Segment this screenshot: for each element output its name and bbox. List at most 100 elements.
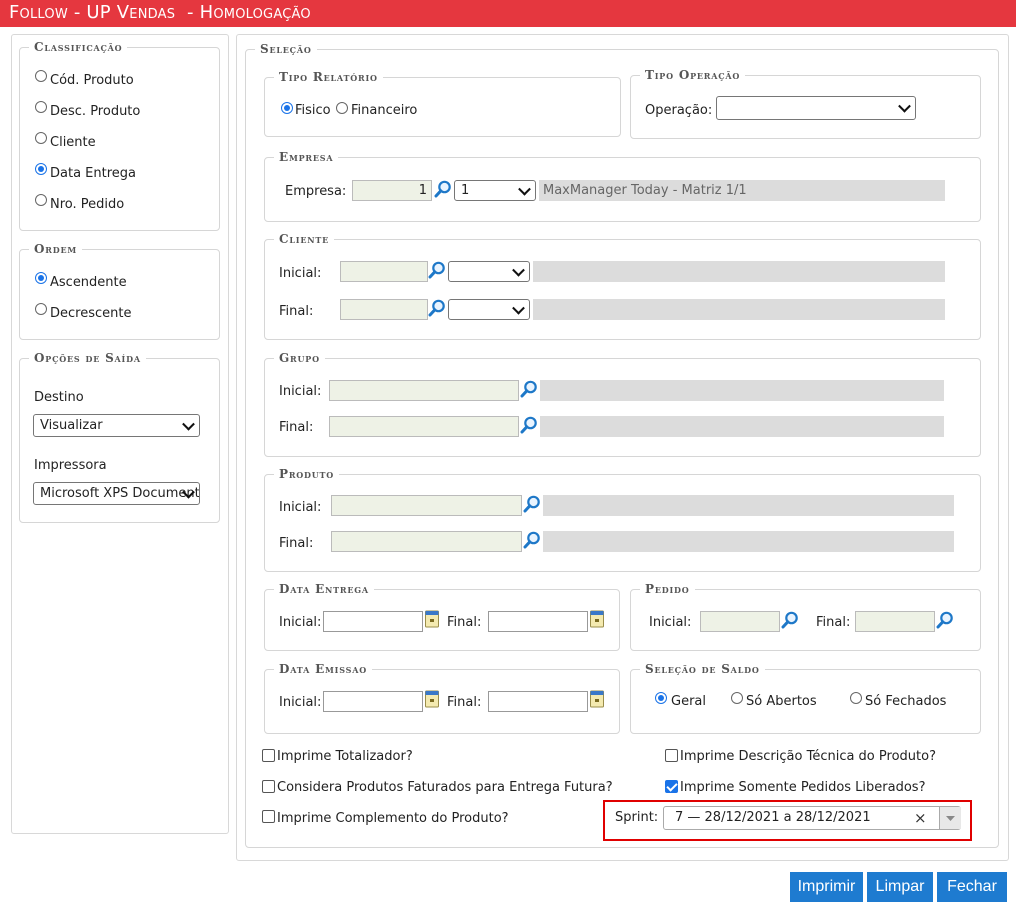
destino-select[interactable]: Visualizar xyxy=(33,414,200,437)
radio-nro-pedido[interactable] xyxy=(35,194,47,206)
label-cliente: Cliente xyxy=(50,135,96,150)
sprint-dropdown-toggle[interactable] xyxy=(939,807,961,829)
grupo-final-input[interactable] xyxy=(329,416,519,437)
search-icon-produto-inicial[interactable] xyxy=(523,495,541,513)
search-icon-pedido-inicial[interactable] xyxy=(781,611,799,629)
search-icon-produto-final[interactable] xyxy=(523,531,541,549)
selecao-legend: Seleção xyxy=(260,42,312,56)
limpar-button[interactable]: Limpar xyxy=(867,872,933,902)
imprimir-button[interactable]: Imprimir xyxy=(790,872,863,902)
sprint-value: 7 — 28/12/2021 a 28/12/2021 xyxy=(675,810,871,825)
checkbox-faturados[interactable] xyxy=(262,780,275,793)
data-entrega-inicial-label: Inicial: xyxy=(279,615,322,630)
data-emissao-legend: Data Emissao xyxy=(279,662,367,676)
search-icon-cliente-final[interactable] xyxy=(428,299,446,317)
grupo-group: Grupo xyxy=(264,351,981,457)
label-descricao-tecnica: Imprime Descrição Técnica do Produto? xyxy=(680,749,936,764)
calendar-icon-emissao-inicial[interactable] xyxy=(425,690,439,708)
data-entrega-final-input[interactable] xyxy=(488,611,588,632)
radio-geral[interactable] xyxy=(655,692,667,704)
data-entrega-legend: Data Entrega xyxy=(279,582,369,596)
data-emissao-inicial-label: Inicial: xyxy=(279,695,322,710)
radio-cliente[interactable] xyxy=(35,132,47,144)
empresa-code-input[interactable]: 1 xyxy=(352,180,432,201)
label-data-entrega: Data Entrega xyxy=(50,166,136,181)
empresa-label: Empresa: xyxy=(285,184,347,199)
cliente-final-input[interactable] xyxy=(340,299,428,320)
data-emissao-final-input[interactable] xyxy=(488,691,588,712)
produto-final-input[interactable] xyxy=(331,531,522,552)
pedido-inicial-label: Inicial: xyxy=(649,615,692,630)
empresa-select-value: 1 xyxy=(461,183,470,198)
cliente-final-label: Final: xyxy=(279,304,314,319)
sprint-label: Sprint: xyxy=(615,810,659,825)
operacao-select[interactable] xyxy=(716,96,916,120)
grupo-inicial-input[interactable] xyxy=(329,380,519,401)
checkbox-descricao-tecnica[interactable] xyxy=(665,749,678,762)
tipo-relatorio-legend: Tipo Relatório xyxy=(279,70,378,84)
data-entrega-inicial-input[interactable] xyxy=(323,611,423,632)
radio-fisico[interactable] xyxy=(281,102,293,114)
radio-ascendente[interactable] xyxy=(35,272,47,284)
tipo-operacao-legend: Tipo Operação xyxy=(645,68,741,82)
cliente-inicial-input[interactable] xyxy=(340,261,428,282)
data-emissao-inicial-input[interactable] xyxy=(323,691,423,712)
empresa-select[interactable]: 1 xyxy=(454,180,536,201)
cliente-inicial-select[interactable] xyxy=(448,261,530,282)
cliente-final-select[interactable] xyxy=(448,299,530,320)
grupo-final-label: Final: xyxy=(279,420,314,435)
empresa-description: MaxManager Today - Matriz 1/1 xyxy=(539,180,945,201)
label-ascendente: Ascendente xyxy=(50,275,127,290)
calendar-icon-entrega-inicial[interactable] xyxy=(425,610,439,628)
radio-so-abertos[interactable] xyxy=(731,692,743,704)
chevron-down-icon xyxy=(898,99,911,113)
classificacao-legend: Classificação xyxy=(34,40,123,54)
radio-financeiro[interactable] xyxy=(336,102,348,114)
impressora-select[interactable]: Microsoft XPS Document Writer xyxy=(33,482,200,505)
grupo-inicial-label: Inicial: xyxy=(279,384,322,399)
impressora-value: Microsoft XPS Document Writer xyxy=(40,486,200,501)
search-icon-grupo-final[interactable] xyxy=(520,416,538,434)
produto-inicial-input[interactable] xyxy=(331,495,522,516)
checkbox-totalizador[interactable] xyxy=(262,749,275,762)
label-financeiro: Financeiro xyxy=(351,103,418,118)
ordem-group: Ordem xyxy=(19,242,220,340)
pedido-final-input[interactable] xyxy=(855,611,935,632)
fechar-button[interactable]: Fechar xyxy=(937,872,1007,902)
checkbox-complemento[interactable] xyxy=(262,810,275,823)
search-icon-pedido-final[interactable] xyxy=(936,611,954,629)
search-icon-empresa[interactable] xyxy=(434,180,452,198)
pedido-inicial-input[interactable] xyxy=(700,611,780,632)
search-icon-grupo-inicial[interactable] xyxy=(520,380,538,398)
calendar-icon-emissao-final[interactable] xyxy=(590,690,604,708)
label-faturados: Considera Produtos Faturados para Entreg… xyxy=(277,780,613,795)
label-desc-produto: Desc. Produto xyxy=(50,104,141,119)
label-nro-pedido: Nro. Pedido xyxy=(50,197,125,212)
destino-label: Destino xyxy=(34,390,84,405)
radio-decrescente[interactable] xyxy=(35,303,47,315)
sprint-clear-icon[interactable]: × xyxy=(914,809,927,827)
selecao-saldo-legend: Seleção de Saldo xyxy=(645,662,760,676)
produto-legend: Produto xyxy=(279,467,335,481)
search-icon-cliente-inicial[interactable] xyxy=(428,261,446,279)
produto-inicial-description xyxy=(543,495,954,516)
checkbox-pedidos-liberados[interactable] xyxy=(665,780,678,793)
cliente-inicial-description xyxy=(533,261,945,282)
label-cod-produto: Cód. Produto xyxy=(50,73,134,88)
chevron-down-icon xyxy=(518,182,531,196)
data-emissao-final-label: Final: xyxy=(447,695,482,710)
radio-cod-produto[interactable] xyxy=(35,70,47,82)
radio-data-entrega[interactable] xyxy=(35,163,47,175)
produto-final-label: Final: xyxy=(279,536,314,551)
pedido-legend: Pedido xyxy=(645,582,690,596)
label-so-abertos: Só Abertos xyxy=(746,694,817,709)
produto-inicial-label: Inicial: xyxy=(279,500,322,515)
ordem-legend: Ordem xyxy=(34,242,77,256)
label-geral: Geral xyxy=(671,694,706,709)
radio-so-fechados[interactable] xyxy=(850,692,862,704)
chevron-down-icon xyxy=(512,263,525,277)
calendar-icon-entrega-final[interactable] xyxy=(590,610,604,628)
radio-desc-produto[interactable] xyxy=(35,101,47,113)
produto-final-description xyxy=(543,531,954,552)
window-title: Follow - UP Vendas - Homologação xyxy=(9,2,311,23)
